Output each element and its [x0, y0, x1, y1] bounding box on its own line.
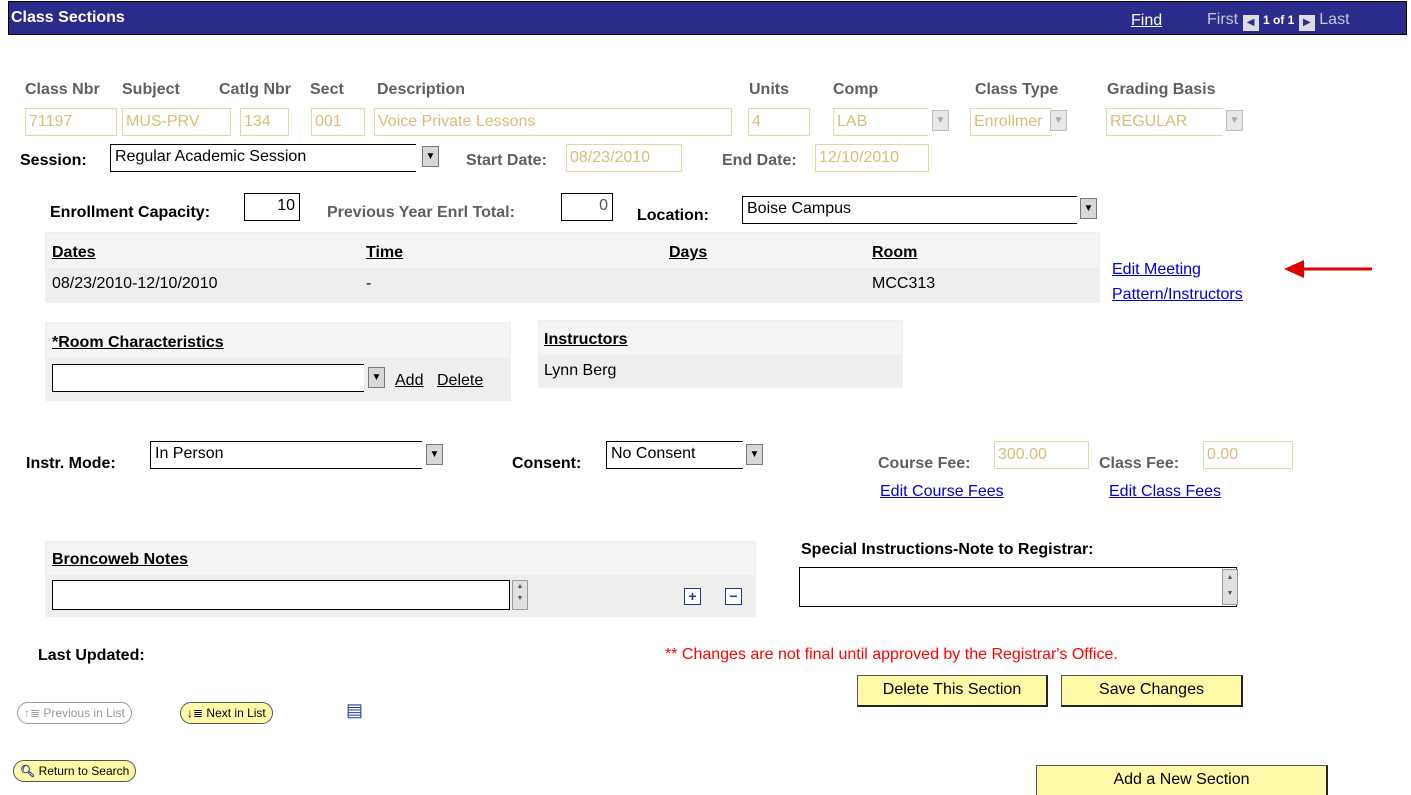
- grading-basis-field: REGULAR: [1106, 108, 1223, 136]
- last-updated-label: Last Updated:: [38, 647, 145, 664]
- search-icon: 🔍︎: [20, 764, 36, 778]
- subject-field: MUS-PRV: [122, 108, 231, 136]
- delete-section-button[interactable]: Delete This Section: [857, 675, 1048, 707]
- notepad-icon[interactable]: ▤: [346, 700, 363, 721]
- room-value: MCC313: [872, 275, 936, 292]
- room-characteristics-dropdown-icon[interactable]: ▼: [368, 367, 385, 388]
- delete-room-char-link[interactable]: Delete: [437, 372, 483, 390]
- description-field: Voice Private Lessons: [374, 108, 732, 136]
- catlg-nbr-field: 134: [240, 108, 289, 136]
- last-label: Last: [1319, 11, 1350, 28]
- class-type-label: Class Type: [975, 81, 1059, 98]
- edit-meeting-link-line1[interactable]: Edit Meeting: [1112, 261, 1201, 279]
- grading-basis-dropdown-icon: ▼: [1226, 110, 1243, 131]
- consent-dropdown-icon[interactable]: ▼: [746, 444, 763, 465]
- units-label: Units: [749, 81, 789, 98]
- dates-header: Dates: [52, 244, 96, 261]
- previous-in-list-label: Previous in List: [43, 706, 125, 720]
- previous-year-field: 0: [561, 193, 613, 221]
- start-date-label: Start Date:: [466, 152, 547, 169]
- next-list-icon: ↓≣: [187, 706, 204, 720]
- save-changes-button[interactable]: Save Changes: [1061, 675, 1243, 707]
- broncoweb-notes-title: Broncoweb Notes: [52, 551, 189, 568]
- return-to-search-label: Return to Search: [38, 764, 130, 778]
- instr-mode-label: Instr. Mode:: [26, 455, 116, 472]
- page-title: Class Sections: [11, 9, 125, 26]
- special-instructions-textarea[interactable]: [799, 567, 1237, 607]
- first-label: First: [1207, 11, 1239, 28]
- class-type-field: Enrollmer: [970, 108, 1052, 136]
- next-arrow-icon[interactable]: ▶: [1298, 15, 1315, 31]
- class-nbr-label: Class Nbr: [25, 81, 100, 98]
- course-fee-label: Course Fee:: [878, 455, 971, 472]
- previous-year-label: Previous Year Enrl Total:: [327, 204, 515, 221]
- room-characteristics-select[interactable]: [52, 364, 364, 392]
- location-select[interactable]: Boise Campus: [742, 196, 1077, 224]
- add-new-section-button[interactable]: Add a New Section: [1036, 765, 1328, 795]
- room-header: Room: [872, 244, 918, 261]
- next-in-list-button[interactable]: ↓≣ Next in List: [180, 702, 273, 724]
- consent-select[interactable]: No Consent: [606, 441, 743, 469]
- notes-scrollbar[interactable]: ▲ ▼: [512, 580, 528, 610]
- comp-label: Comp: [833, 81, 879, 98]
- edit-class-fees-link[interactable]: Edit Class Fees: [1109, 483, 1221, 501]
- class-type-dropdown-icon: ▼: [1050, 110, 1067, 131]
- units-field: 4: [748, 108, 810, 136]
- dates-value: 08/23/2010-12/10/2010: [52, 275, 218, 292]
- subject-label: Subject: [122, 81, 180, 98]
- class-nbr-field: 71197: [25, 108, 117, 136]
- days-header: Days: [669, 244, 708, 261]
- session-select[interactable]: Regular Academic Session: [110, 144, 416, 172]
- consent-label: Consent:: [512, 455, 582, 472]
- special-instructions-scrollbar[interactable]: ▲ ▼: [1222, 569, 1238, 605]
- next-in-list-label: Next in List: [206, 706, 266, 720]
- comp-dropdown-icon: ▼: [932, 110, 949, 131]
- class-fee-field: 0.00: [1203, 441, 1293, 469]
- time-header: Time: [366, 244, 404, 261]
- enrollment-capacity-label: Enrollment Capacity:: [50, 204, 211, 221]
- previous-list-icon: ↑≣: [24, 706, 41, 720]
- session-label: Session:: [20, 152, 87, 169]
- location-label: Location:: [637, 207, 709, 224]
- catlg-nbr-label: Catlg Nbr: [219, 81, 291, 98]
- add-room-char-link[interactable]: Add: [395, 372, 423, 390]
- add-row-icon[interactable]: +: [684, 588, 701, 605]
- instructors-title: Instructors: [544, 331, 628, 348]
- instructor-name: Lynn Berg: [544, 362, 617, 379]
- approval-notice: ** Changes are not final until approved …: [665, 646, 1118, 663]
- comp-field: LAB: [833, 108, 928, 136]
- red-arrow-icon: [1284, 260, 1372, 278]
- end-date-label: End Date:: [722, 152, 797, 169]
- start-date-field: 08/23/2010: [566, 144, 682, 172]
- location-dropdown-icon[interactable]: ▼: [1080, 198, 1097, 219]
- time-value: -: [366, 275, 372, 292]
- record-count: 1 of 1: [1263, 13, 1295, 27]
- class-fee-label: Class Fee:: [1099, 455, 1180, 472]
- instr-mode-dropdown-icon[interactable]: ▼: [426, 444, 443, 465]
- edit-course-fees-link[interactable]: Edit Course Fees: [880, 483, 1004, 501]
- delete-row-icon[interactable]: −: [725, 588, 742, 605]
- room-characteristics-title: *Room Characteristics: [52, 334, 224, 351]
- pagination: First ◀ 1 of 1 ▶ Last: [1207, 11, 1350, 31]
- section-title-bar: Class Sections Find First ◀ 1 of 1 ▶ Las…: [8, 1, 1407, 35]
- enrollment-capacity-input[interactable]: 10: [244, 193, 300, 221]
- broncoweb-notes-textarea[interactable]: [52, 580, 510, 610]
- description-label: Description: [377, 81, 466, 98]
- special-instructions-label: Special Instructions-Note to Registrar:: [801, 541, 1094, 558]
- sect-field: 001: [311, 108, 365, 136]
- find-link[interactable]: Find: [1131, 12, 1162, 30]
- instr-mode-select[interactable]: In Person: [150, 441, 422, 469]
- end-date-field: 12/10/2010: [815, 144, 929, 172]
- session-dropdown-icon[interactable]: ▼: [422, 146, 439, 167]
- previous-arrow-icon[interactable]: ◀: [1242, 15, 1259, 31]
- sect-label: Sect: [310, 81, 344, 98]
- course-fee-field: 300.00: [994, 441, 1089, 469]
- edit-meeting-link-line2[interactable]: Pattern/Instructors: [1112, 286, 1243, 304]
- return-to-search-button[interactable]: 🔍︎ Return to Search: [13, 760, 137, 782]
- previous-in-list-button: ↑≣ Previous in List: [17, 702, 132, 724]
- grading-basis-label: Grading Basis: [1107, 81, 1216, 98]
